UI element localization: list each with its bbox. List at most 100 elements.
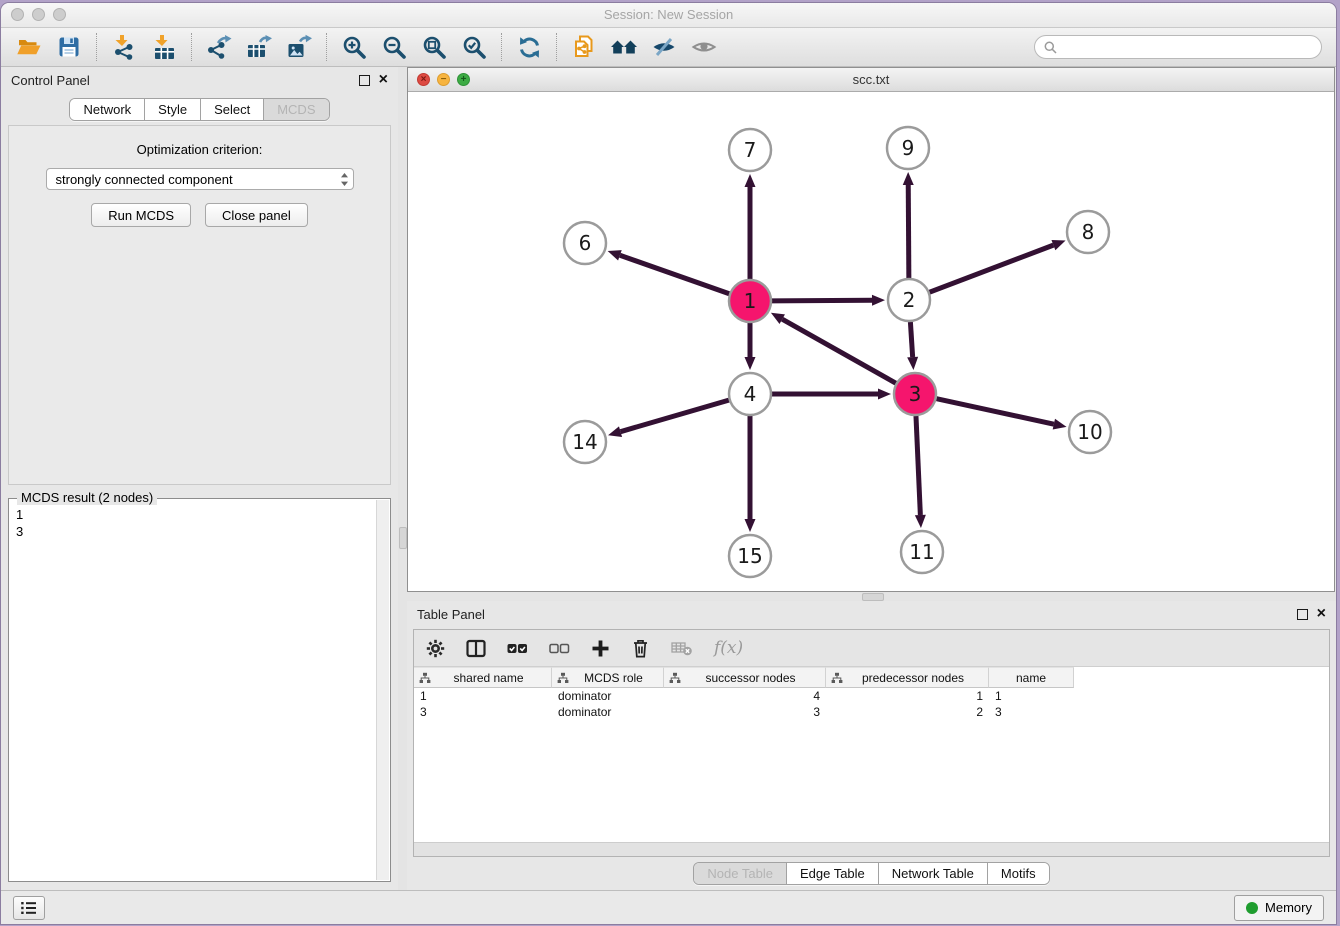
graph-edge-3-10[interactable] <box>936 399 1066 430</box>
graph-node-11[interactable]: 11 <box>901 531 943 573</box>
graph-node-6[interactable]: 6 <box>564 222 606 264</box>
tab-style[interactable]: Style <box>144 99 200 120</box>
graph-node-2[interactable]: 2 <box>888 279 930 321</box>
table-cell[interactable]: 4 <box>664 689 826 703</box>
tab-select[interactable]: Select <box>200 99 263 120</box>
table-row[interactable]: 1dominator411 <box>414 688 1329 704</box>
delete-table-button[interactable] <box>671 640 693 657</box>
graph-node-3[interactable]: 3 <box>894 373 936 415</box>
network-window-traffic-lights: × − + <box>417 73 470 86</box>
graph-edge-2-3[interactable] <box>907 322 918 370</box>
graph-edge-3-1[interactable] <box>771 313 896 383</box>
task-history-button[interactable] <box>13 896 45 920</box>
table-cell[interactable]: 3 <box>664 705 826 719</box>
open-file-button[interactable] <box>9 31 49 63</box>
function-builder-button[interactable]: f(x) <box>714 638 743 658</box>
copy-network-button[interactable] <box>564 31 604 63</box>
close-table-panel-icon[interactable]: × <box>1317 608 1326 620</box>
mcds-result-list[interactable]: 13 <box>10 500 377 880</box>
search-input[interactable] <box>1062 39 1312 56</box>
column-header-successor-nodes[interactable]: successor nodes <box>664 667 826 688</box>
table-cell[interactable]: 3 <box>989 705 1074 719</box>
horizontal-splitter[interactable] <box>407 592 1336 601</box>
maximize-window-button[interactable] <box>53 8 66 21</box>
float-panel-icon[interactable] <box>359 75 370 86</box>
graph-edge-4-14[interactable] <box>608 400 729 437</box>
table-cell[interactable]: 1 <box>989 689 1074 703</box>
table-cell[interactable]: 3 <box>414 705 552 719</box>
export-image-button[interactable] <box>279 31 319 63</box>
show-graphics-button[interactable] <box>684 31 724 63</box>
graph-node-1[interactable]: 1 <box>729 280 771 322</box>
graph-node-9[interactable]: 9 <box>887 127 929 169</box>
zoom-in-button[interactable] <box>334 31 374 63</box>
criterion-dropdown[interactable]: strongly connected component <box>46 168 354 190</box>
close-window-button[interactable] <box>11 8 24 21</box>
network-maximize-button[interactable]: + <box>457 73 470 86</box>
export-table-button[interactable] <box>239 31 279 63</box>
network-close-button[interactable]: × <box>417 73 430 86</box>
table-hscroll-track[interactable] <box>414 842 1329 856</box>
save-session-button[interactable] <box>49 31 89 63</box>
tab-mcds[interactable]: MCDS <box>263 99 328 120</box>
graph-node-10[interactable]: 10 <box>1069 411 1111 453</box>
graph-node-8[interactable]: 8 <box>1067 211 1109 253</box>
column-header-name[interactable]: name <box>989 667 1074 688</box>
graph-node-4[interactable]: 4 <box>729 373 771 415</box>
graph-edge-2-8[interactable] <box>930 240 1066 292</box>
table-cell[interactable]: dominator <box>552 705 664 719</box>
close-panel-button[interactable]: Close panel <box>205 203 308 227</box>
refresh-view-button[interactable] <box>509 31 549 63</box>
zoom-selected-button[interactable] <box>454 31 494 63</box>
close-panel-icon[interactable]: × <box>379 74 388 86</box>
hide-details-button[interactable] <box>644 31 684 63</box>
table-cell[interactable]: dominator <box>552 689 664 703</box>
tab-edge-table[interactable]: Edge Table <box>786 863 878 884</box>
graph-edge-4-15[interactable] <box>745 416 756 532</box>
export-network-button[interactable] <box>199 31 239 63</box>
select-all-button[interactable] <box>507 641 528 656</box>
column-header-shared-name[interactable]: shared name <box>414 667 552 688</box>
graph-edge-2-9[interactable] <box>903 172 914 278</box>
graph-edge-1-6[interactable] <box>608 250 730 294</box>
graph-edge-1-7[interactable] <box>745 174 756 279</box>
table-settings-button[interactable] <box>426 639 445 658</box>
table-row[interactable]: 3dominator323 <box>414 704 1329 720</box>
tab-motifs[interactable]: Motifs <box>987 863 1049 884</box>
float-table-panel-icon[interactable] <box>1297 609 1308 620</box>
home-view-button[interactable] <box>604 31 644 63</box>
delete-row-button[interactable] <box>631 638 650 658</box>
minimize-window-button[interactable] <box>32 8 45 21</box>
zoom-out-button[interactable] <box>374 31 414 63</box>
memory-button[interactable]: Memory <box>1234 895 1324 921</box>
tab-network-table[interactable]: Network Table <box>878 863 987 884</box>
import-table-button[interactable] <box>144 31 184 63</box>
show-column-button[interactable] <box>466 639 486 658</box>
splitter-grip[interactable] <box>862 593 884 601</box>
graph-edge-4-3[interactable] <box>772 389 891 400</box>
graph-edge-1-4[interactable] <box>745 323 756 370</box>
table-cell[interactable]: 2 <box>826 705 989 719</box>
graph-node-15[interactable]: 15 <box>729 535 771 577</box>
zoom-selected-icon <box>462 35 487 60</box>
zoom-fit-button[interactable] <box>414 31 454 63</box>
graph-edge-3-11[interactable] <box>915 416 926 528</box>
import-network-button[interactable] <box>104 31 144 63</box>
network-minimize-button[interactable]: − <box>437 73 450 86</box>
tab-node-table[interactable]: Node Table <box>694 863 786 884</box>
graph-node-7[interactable]: 7 <box>729 129 771 171</box>
run-mcds-button[interactable]: Run MCDS <box>91 203 191 227</box>
add-row-button[interactable] <box>591 639 610 658</box>
network-canvas[interactable]: 7 9 6 8 1 2 4 3 14 10 15 11 <box>408 92 1334 591</box>
graph-edge-1-2[interactable] <box>772 295 885 306</box>
table-cell[interactable]: 1 <box>826 689 989 703</box>
vertical-splitter[interactable] <box>398 67 407 890</box>
table-cell[interactable]: 1 <box>414 689 552 703</box>
deselect-all-button[interactable] <box>549 641 570 656</box>
column-header-predecessor-nodes[interactable]: predecessor nodes <box>826 667 989 688</box>
graph-node-14[interactable]: 14 <box>564 421 606 463</box>
result-scrollbar[interactable] <box>376 500 389 880</box>
tab-network[interactable]: Network <box>70 99 144 120</box>
splitter-grip[interactable] <box>399 527 407 549</box>
column-header-mcds-role[interactable]: MCDS role <box>552 667 664 688</box>
